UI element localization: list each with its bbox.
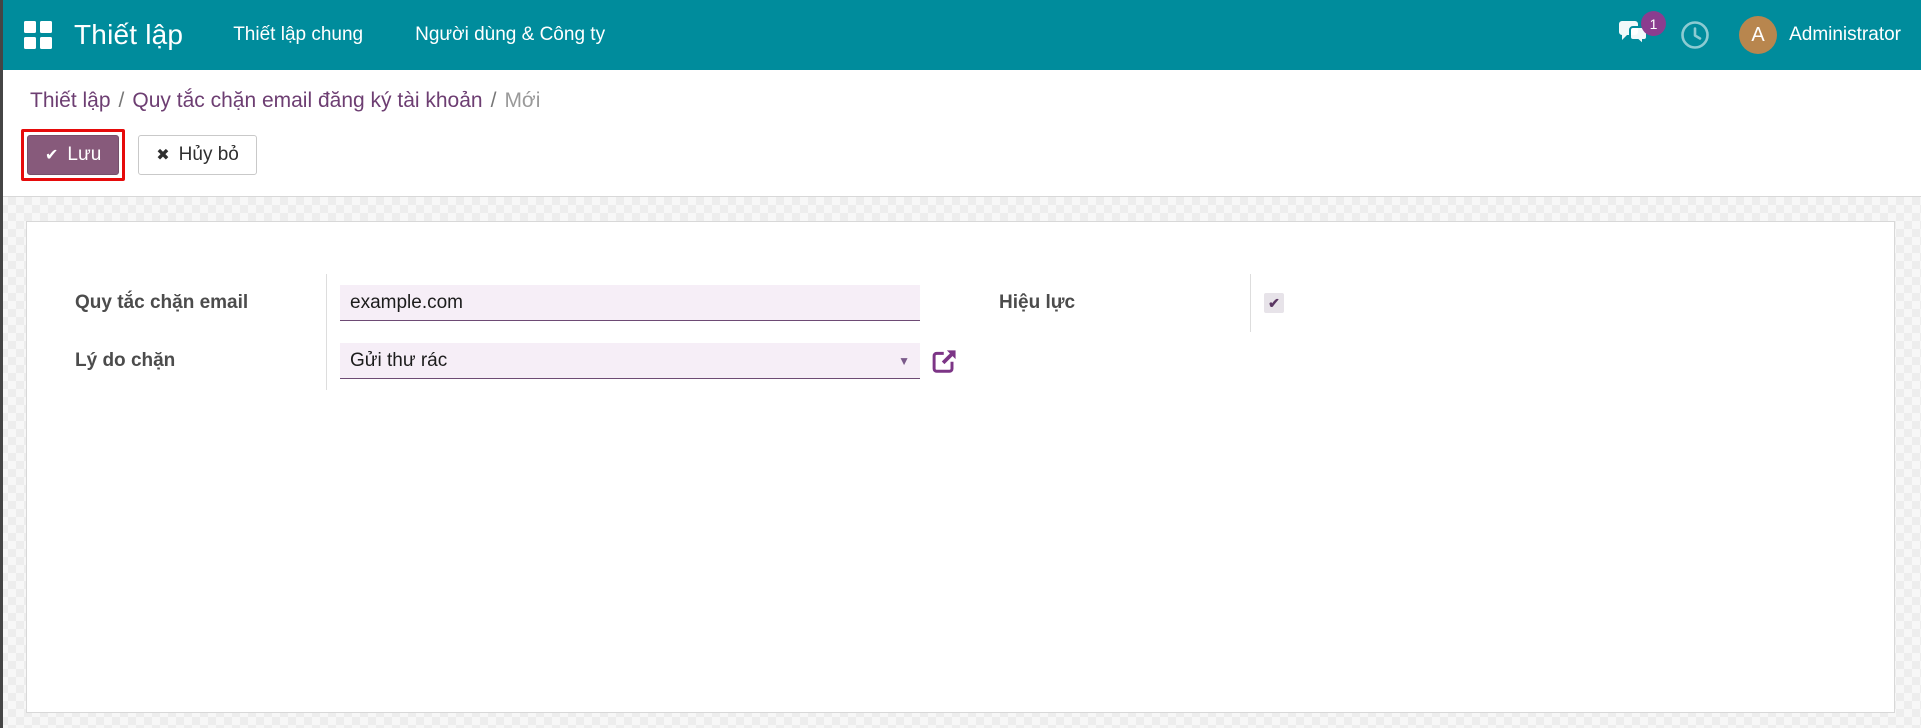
activities-button[interactable]: [1679, 19, 1711, 51]
checkbox-check-icon: ✔: [1268, 294, 1280, 311]
content-area: Quy tắc chặn email Lý do chặn Gửi thư rá…: [0, 197, 1921, 728]
check-icon: ✔: [45, 147, 59, 164]
block-reason-label: Lý do chặn: [75, 350, 176, 371]
message-count-badge: 1: [1641, 11, 1667, 36]
breadcrumb-current: Mới: [504, 89, 541, 112]
form-right-column: Hiệu lực ✔: [999, 274, 1846, 390]
navbar-menu: Thiết lập chung Người dùng & Công ty: [231, 18, 607, 52]
window-left-edge: [0, 0, 3, 728]
block-reason-widget: Gửi thư rác ▼: [340, 343, 959, 379]
form-group: Quy tắc chặn email Lý do chặn Gửi thư rá…: [75, 274, 1846, 390]
field-row-block-reason: Lý do chặn Gửi thư rác ▼: [75, 332, 959, 390]
save-button-highlight-box: ✔ Lưu: [21, 129, 126, 181]
user-name: Administrator: [1789, 24, 1901, 45]
menu-general-settings[interactable]: Thiết lập chung: [231, 18, 365, 52]
apps-square: [24, 37, 36, 49]
breadcrumb: Thiết lập / Quy tắc chặn email đăng ký tài…: [30, 86, 1921, 116]
discard-button[interactable]: ✖ Hủy bỏ: [138, 135, 257, 175]
app-brand-title[interactable]: Thiết lập: [74, 19, 183, 51]
apps-square: [40, 21, 52, 33]
discard-button-label: Hủy bỏ: [178, 144, 239, 165]
save-button-label: Lưu: [67, 144, 102, 165]
messages-button[interactable]: 1: [1617, 11, 1667, 50]
email-rule-cell: [326, 274, 959, 332]
external-link-icon: [932, 350, 956, 373]
email-rule-label: Quy tắc chặn email: [75, 292, 249, 313]
form-sheet: Quy tắc chặn email Lý do chặn Gửi thư rá…: [26, 221, 1895, 713]
save-button[interactable]: ✔ Lưu: [27, 135, 120, 175]
menu-users-companies[interactable]: Người dùng & Công ty: [413, 18, 607, 52]
active-label: Hiệu lực: [999, 292, 1076, 313]
active-cell: ✔: [1250, 274, 1846, 332]
user-menu[interactable]: A Administrator: [1739, 16, 1901, 54]
active-checkbox[interactable]: ✔: [1264, 293, 1284, 313]
apps-square: [40, 37, 52, 49]
clock-icon: [1681, 21, 1709, 49]
breadcrumb-link-settings[interactable]: Thiết lập: [30, 89, 111, 112]
apps-menu-icon[interactable]: [24, 21, 52, 49]
open-record-button[interactable]: [931, 347, 959, 375]
field-row-active: Hiệu lực ✔: [999, 274, 1846, 332]
avatar: A: [1739, 16, 1778, 54]
form-buttons: ✔ Lưu ✖ Hủy bỏ: [21, 129, 1921, 181]
block-reason-value: Gửi thư rác: [350, 349, 448, 371]
navbar-right: 1 A Administrator: [1617, 11, 1901, 54]
apps-square: [24, 21, 36, 33]
breadcrumb-separator: /: [490, 89, 497, 112]
times-icon: ✖: [156, 147, 170, 164]
control-panel: Thiết lập / Quy tắc chặn email đăng ký tài…: [0, 70, 1921, 197]
top-navbar: Thiết lập Thiết lập chung Người dùng & C…: [0, 0, 1921, 70]
caret-down-icon: ▼: [898, 353, 910, 368]
breadcrumb-link-email-blacklist-rules[interactable]: Quy tắc chặn email đăng ký tài khoản: [132, 89, 482, 112]
form-left-column: Quy tắc chặn email Lý do chặn Gửi thư rá…: [75, 274, 959, 390]
field-row-email-rule: Quy tắc chặn email: [75, 274, 959, 332]
block-reason-dropdown[interactable]: Gửi thư rác ▼: [340, 343, 920, 379]
email-rule-input[interactable]: [340, 285, 920, 321]
block-reason-cell: Gửi thư rác ▼: [326, 332, 959, 390]
breadcrumb-separator: /: [118, 89, 125, 112]
